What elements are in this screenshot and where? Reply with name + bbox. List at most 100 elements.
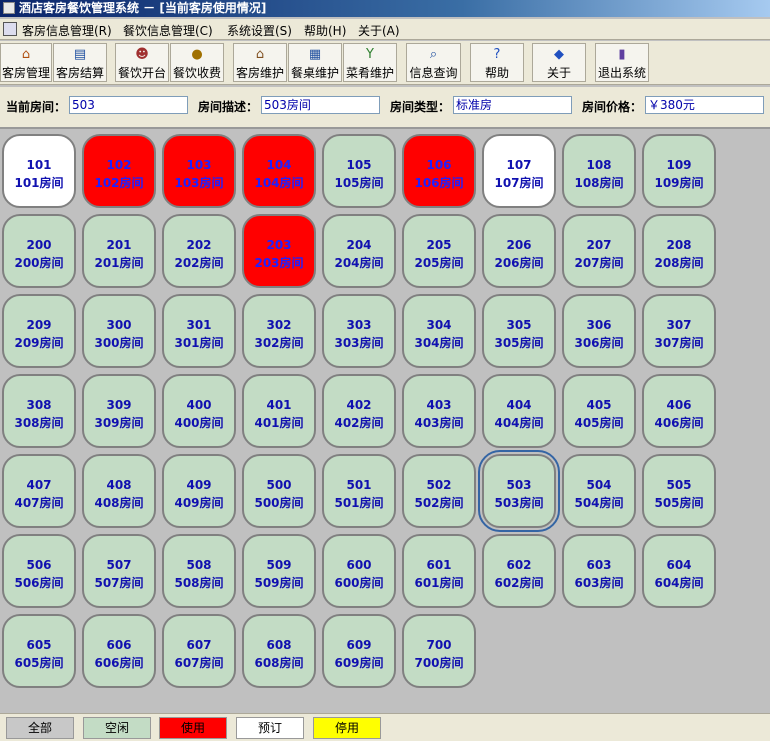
room-tile[interactable]: 102 102房间 [82, 134, 156, 208]
room-tile[interactable]: 509 509房间 [242, 534, 316, 608]
room-desc-field[interactable]: 503房间 [261, 96, 380, 114]
room-tile[interactable]: 403 403房间 [402, 374, 476, 448]
room-tile[interactable]: 504 504房间 [562, 454, 636, 528]
room-info-bar: 当前房间： 503 房间描述： 503房间 房间类型： 标准房 房间价格： ￥3… [0, 87, 770, 129]
room-tile[interactable]: 503 503房间 [478, 450, 560, 532]
menu-room-info[interactable]: 客房信息管理(R) [22, 22, 112, 39]
room-tile[interactable]: 207 207房间 [562, 214, 636, 288]
room-tile[interactable]: 204 204房间 [322, 214, 396, 288]
room-tile[interactable]: 202 202房间 [162, 214, 236, 288]
room-tile[interactable]: 307 307房间 [642, 294, 716, 368]
room-tile[interactable]: 306 306房间 [562, 294, 636, 368]
room-tile[interactable]: 402 402房间 [322, 374, 396, 448]
room-tile[interactable]: 508 508房间 [162, 534, 236, 608]
room-tile[interactable]: 606 606房间 [82, 614, 156, 688]
room-tile[interactable]: 109 109房间 [642, 134, 716, 208]
room-description: 306房间 [574, 336, 624, 350]
room-tile[interactable]: 602 602房间 [482, 534, 556, 608]
room-tile[interactable]: 201 201房间 [82, 214, 156, 288]
room-tile[interactable]: 106 106房间 [402, 134, 476, 208]
legend-disabled[interactable]: 停用 [313, 717, 381, 739]
room-tile[interactable]: 404 404房间 [482, 374, 556, 448]
about-button[interactable]: ◆ 关于 [532, 43, 586, 82]
room-tile[interactable]: 401 401房间 [242, 374, 316, 448]
menu-help[interactable]: 帮助(H) [304, 22, 346, 39]
dish-maintenance-button[interactable]: Y 菜肴维护 [343, 43, 397, 82]
room-tile[interactable]: 501 501房间 [322, 454, 396, 528]
room-tile[interactable]: 600 600房间 [322, 534, 396, 608]
room-management-button[interactable]: ⌂ 客房管理 [0, 43, 52, 82]
menu-about[interactable]: 关于(A) [358, 22, 400, 39]
room-checkout-button[interactable]: ▤ 客房结算 [53, 43, 107, 82]
room-description: 103房间 [174, 176, 224, 190]
room-tile[interactable]: 105 105房间 [322, 134, 396, 208]
room-description: 402房间 [334, 416, 384, 430]
current-room-field[interactable]: 503 [69, 96, 188, 114]
room-tile[interactable]: 203 203房间 [242, 214, 316, 288]
exit-system-button[interactable]: ▮ 退出系统 [595, 43, 649, 82]
help-button[interactable]: ? 帮助 [470, 43, 524, 82]
table-maintenance-button[interactable]: ▦ 餐桌维护 [288, 43, 342, 82]
room-tile[interactable]: 408 408房间 [82, 454, 156, 528]
room-tile[interactable]: 208 208房间 [642, 214, 716, 288]
catering-charge-button[interactable]: ● 餐饮收费 [170, 43, 224, 82]
room-number: 307 [666, 318, 692, 332]
menu-catering-info[interactable]: 餐饮信息管理(C) [123, 22, 213, 39]
room-tile[interactable]: 108 108房间 [562, 134, 636, 208]
room-tile[interactable]: 103 103房间 [162, 134, 236, 208]
room-tile[interactable]: 308 308房间 [2, 374, 76, 448]
menu-system-settings[interactable]: 系统设置(S) [227, 22, 292, 39]
legend-in-use[interactable]: 使用 [159, 717, 227, 739]
room-tile[interactable]: 107 107房间 [482, 134, 556, 208]
room-tile[interactable]: 209 209房间 [2, 294, 76, 368]
room-tile[interactable]: 101 101房间 [2, 134, 76, 208]
room-tile[interactable]: 604 604房间 [642, 534, 716, 608]
room-tile[interactable]: 301 301房间 [162, 294, 236, 368]
room-tile[interactable]: 608 608房间 [242, 614, 316, 688]
room-tile[interactable]: 200 200房间 [2, 214, 76, 288]
room-tile[interactable]: 409 409房间 [162, 454, 236, 528]
room-description: 406房间 [654, 416, 704, 430]
room-maintenance-button[interactable]: ⌂ 客房维护 [233, 43, 287, 82]
app-icon [3, 2, 15, 14]
room-type-field[interactable]: 标准房 [453, 96, 572, 114]
room-number: 309 [106, 398, 132, 412]
room-tile[interactable]: 603 603房间 [562, 534, 636, 608]
document-icon[interactable] [3, 22, 17, 36]
room-tile[interactable]: 305 305房间 [482, 294, 556, 368]
room-tile[interactable]: 400 400房间 [162, 374, 236, 448]
room-tile[interactable]: 505 505房间 [642, 454, 716, 528]
room-price-label: 房间价格： [582, 100, 643, 114]
room-tile[interactable]: 205 205房间 [402, 214, 476, 288]
room-tile[interactable]: 502 502房间 [402, 454, 476, 528]
room-description: 302房间 [254, 336, 304, 350]
room-tile[interactable]: 206 206房间 [482, 214, 556, 288]
room-number: 503 [506, 478, 532, 492]
room-tile[interactable]: 406 406房间 [642, 374, 716, 448]
info-query-button[interactable]: ⌕ 信息查询 [406, 43, 461, 82]
room-tile[interactable]: 405 405房间 [562, 374, 636, 448]
room-description: 500房间 [254, 496, 304, 510]
room-tile[interactable]: 303 303房间 [322, 294, 396, 368]
catering-open-table-button[interactable]: ☻ 餐饮开台 [115, 43, 169, 82]
legend-vacant[interactable]: 空闲 [83, 717, 151, 739]
room-tile[interactable]: 104 104房间 [242, 134, 316, 208]
room-tile[interactable]: 700 700房间 [402, 614, 476, 688]
room-tile[interactable]: 407 407房间 [2, 454, 76, 528]
legend-reserved[interactable]: 预订 [236, 717, 304, 739]
room-tile[interactable]: 609 609房间 [322, 614, 396, 688]
room-tile[interactable]: 309 309房间 [82, 374, 156, 448]
room-tile[interactable]: 506 506房间 [2, 534, 76, 608]
room-tile[interactable]: 300 300房间 [82, 294, 156, 368]
room-price-field[interactable]: ￥380元 [645, 96, 764, 114]
room-number: 203 [266, 238, 292, 252]
room-tile[interactable]: 304 304房间 [402, 294, 476, 368]
room-tile[interactable]: 302 302房间 [242, 294, 316, 368]
room-tile[interactable]: 507 507房间 [82, 534, 156, 608]
room-tile[interactable]: 607 607房间 [162, 614, 236, 688]
room-number: 606 [106, 638, 132, 652]
legend-all[interactable]: 全部 [6, 717, 74, 739]
room-tile[interactable]: 601 601房间 [402, 534, 476, 608]
room-tile[interactable]: 605 605房间 [2, 614, 76, 688]
room-tile[interactable]: 500 500房间 [242, 454, 316, 528]
